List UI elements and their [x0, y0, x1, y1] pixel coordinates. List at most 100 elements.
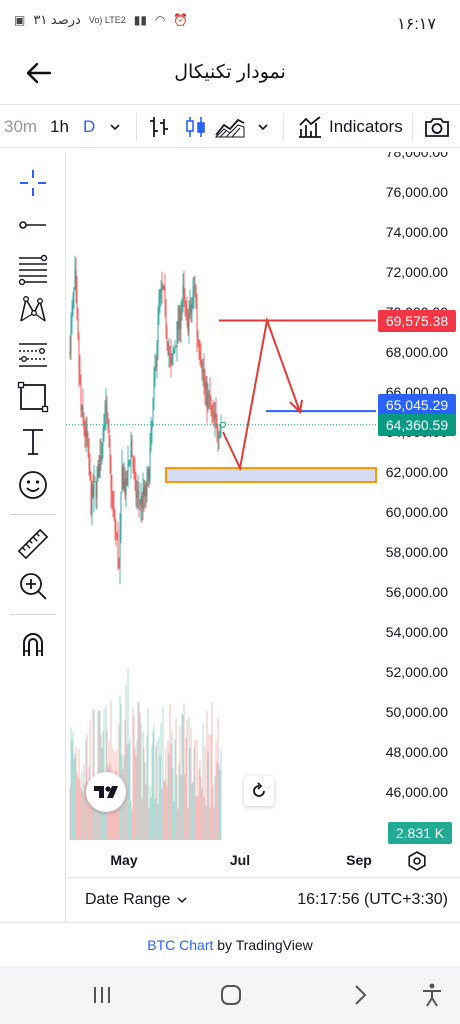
- candle-body: [163, 285, 165, 290]
- candle-body: [89, 469, 91, 479]
- candle-body: [176, 321, 178, 348]
- volume-bar: [135, 755, 137, 840]
- date-range-button[interactable]: Date Range: [85, 891, 188, 909]
- candle-body: [210, 404, 212, 406]
- volume-bar: [83, 763, 85, 840]
- candle-body: [124, 479, 126, 496]
- candle-body: [108, 428, 110, 442]
- chart-clock[interactable]: 16:17:56 (UTC+3:30): [297, 891, 448, 909]
- price-axis-label: 72,000.00: [385, 264, 448, 280]
- status-left: ▣ ۳۱ درصد Vo) LTE2 ▮▮ ◠ ⏰: [14, 12, 188, 28]
- home-icon[interactable]: [217, 981, 245, 1009]
- candle-body: [137, 490, 139, 494]
- interval-dropdown-icon[interactable]: [108, 105, 122, 149]
- volume-bar: [215, 741, 217, 840]
- camera-icon[interactable]: [423, 105, 451, 149]
- candle-body: [164, 289, 166, 300]
- zoom-in-icon[interactable]: [16, 569, 50, 603]
- volume-bar: [140, 723, 142, 840]
- candle-body: [107, 419, 109, 429]
- volume-marker: 2.831 K: [388, 822, 452, 844]
- attribution-footer: BTC Chart by TradingView: [0, 922, 460, 966]
- candle-body: [193, 286, 195, 292]
- candle-body: [170, 356, 172, 365]
- time-label-may: May: [110, 852, 138, 868]
- reset-chart-button[interactable]: [244, 776, 274, 806]
- candle-body: [75, 270, 77, 292]
- indicators-button[interactable]: Indicators: [297, 105, 403, 149]
- volume-bar: [179, 727, 181, 840]
- volume-bar: [133, 715, 135, 840]
- price-axis-label: 74,000.00: [385, 224, 448, 240]
- candle-body: [77, 313, 79, 338]
- interval-d[interactable]: D: [83, 105, 95, 149]
- candle-body: [213, 412, 215, 420]
- prediction-icon[interactable]: [16, 336, 50, 370]
- toolbar-divider: [283, 113, 284, 141]
- volume-bar: [90, 801, 92, 840]
- alarm-icon: ⏰: [173, 13, 189, 27]
- candle-body: [204, 382, 206, 389]
- text-icon[interactable]: [16, 424, 50, 458]
- candle-body: [112, 493, 114, 508]
- candle-body: [123, 479, 125, 489]
- candle-body: [149, 449, 151, 481]
- candle-body: [125, 478, 127, 496]
- price-axis-label: 54,000.00: [385, 624, 448, 640]
- candle-body: [160, 287, 162, 291]
- volume-bar: [137, 701, 139, 840]
- ruler-icon[interactable]: [16, 527, 50, 561]
- candle-body: [177, 321, 179, 330]
- candle-body: [79, 370, 81, 384]
- rectangle-icon[interactable]: [16, 380, 50, 414]
- volume-bar: [219, 769, 221, 840]
- accessibility-icon[interactable]: [418, 981, 446, 1009]
- volume-bar: [122, 768, 124, 840]
- volume-bar: [72, 732, 74, 840]
- settings-icon[interactable]: [406, 850, 428, 877]
- chart-area[interactable]: 78,000.0076,000.0074,000.0072,000.0070,0…: [66, 152, 460, 877]
- back-nav-icon[interactable]: [346, 981, 374, 1009]
- projection-path: [222, 316, 301, 472]
- btc-chart-link[interactable]: BTC Chart: [147, 937, 213, 953]
- candle-body: [120, 492, 122, 530]
- volume-bar: [214, 776, 216, 840]
- price-axis-label: 50,000.00: [385, 704, 448, 720]
- price-axis-label: 60,000.00: [385, 504, 448, 520]
- crosshair-icon[interactable]: [16, 166, 50, 200]
- volume-bar: [190, 727, 192, 840]
- volume-bar: [134, 747, 136, 840]
- candle-body: [71, 309, 73, 323]
- magnet-icon[interactable]: [16, 628, 50, 662]
- trend-line-icon[interactable]: [16, 208, 50, 242]
- candle-body: [84, 429, 86, 437]
- volume-bar: [75, 746, 77, 840]
- last-price-marker: 64,360.59: [378, 414, 456, 436]
- candle-body: [143, 487, 145, 496]
- volume-bar: [152, 731, 154, 840]
- candle-body: [97, 463, 99, 476]
- volume-bar: [146, 734, 148, 840]
- interval-1h[interactable]: 1h: [50, 105, 69, 149]
- volume-bar: [139, 712, 141, 840]
- indicators-label: Indicators: [329, 117, 403, 136]
- candle-body: [86, 425, 88, 439]
- toolbar-divider: [10, 514, 56, 515]
- area-chart-icon[interactable]: [214, 105, 246, 149]
- recent-apps-icon[interactable]: [88, 981, 116, 1009]
- candle-body: [100, 455, 102, 461]
- candles-chart-icon[interactable]: [184, 105, 208, 149]
- candle-body: [171, 356, 173, 365]
- interval-30m[interactable]: 30m: [4, 105, 37, 149]
- drawing-toolbar: [0, 152, 66, 922]
- candle-body: [199, 351, 201, 359]
- emoji-icon[interactable]: [16, 468, 50, 502]
- bars-chart-icon[interactable]: [148, 105, 170, 149]
- candle-body: [122, 465, 124, 489]
- chart-type-dropdown-icon[interactable]: [256, 105, 270, 149]
- pattern-icon[interactable]: [16, 293, 50, 327]
- candle-body: [81, 405, 83, 411]
- tradingview-logo-icon[interactable]: [86, 772, 126, 812]
- fib-retracement-icon[interactable]: [16, 251, 50, 286]
- volume-bar: [185, 737, 187, 840]
